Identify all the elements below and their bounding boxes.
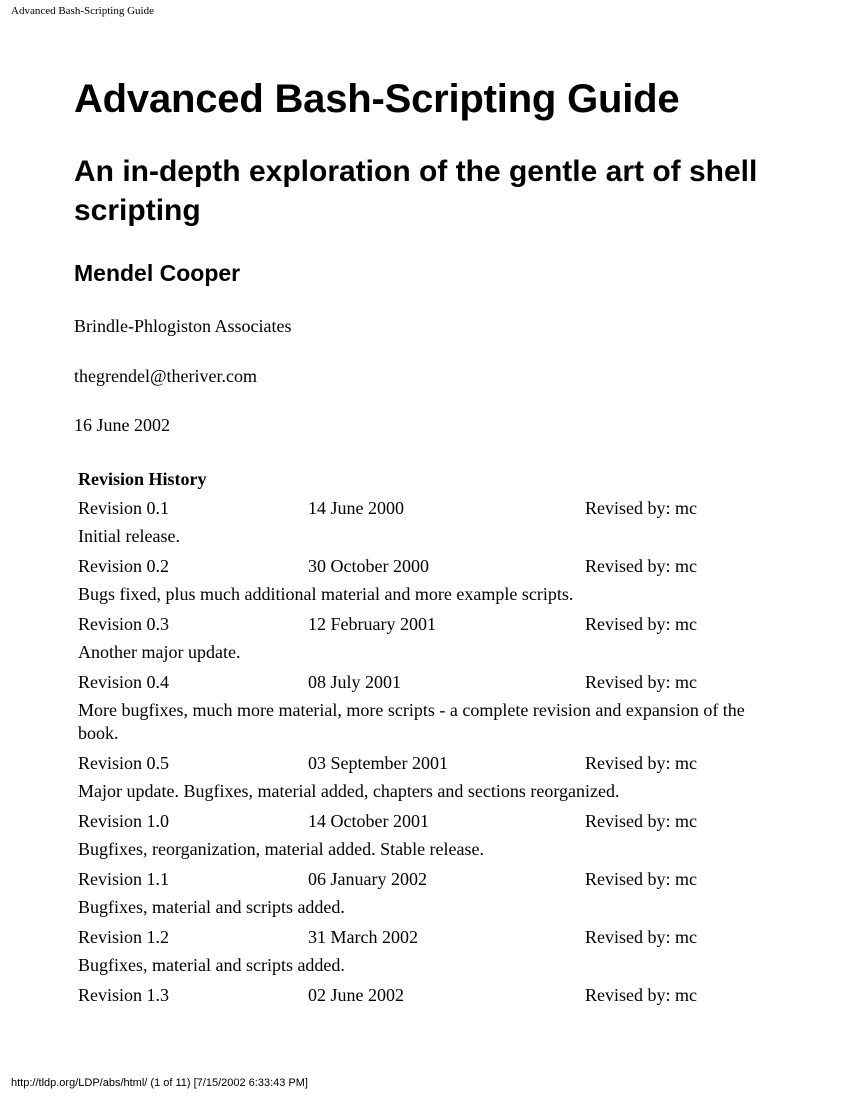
- revision-note: More bugfixes, much more material, more …: [78, 700, 745, 743]
- revision-note: Bugfixes, material and scripts added.: [78, 897, 345, 917]
- revision-row: Revision 0.1 14 June 2000 Revised by: mc: [78, 496, 778, 525]
- revision-author: Revised by: mc: [585, 985, 697, 1005]
- revision-history-body: Revision 0.1 14 June 2000 Revised by: mc In…: [78, 496, 778, 1012]
- revision-date: 02 June 2002: [308, 985, 404, 1005]
- revision-author: Revised by: mc: [585, 927, 697, 947]
- revision-author: Revised by: mc: [585, 614, 697, 634]
- revision-number: Revision 0.3: [78, 614, 170, 634]
- revision-date: 30 October 2000: [308, 556, 429, 576]
- author-email: thegrendel@theriver.com: [74, 366, 258, 386]
- revision-note: Initial release.: [78, 526, 180, 546]
- revision-number: Revision 0.1: [78, 498, 170, 518]
- revision-note: Major update. Bugfixes, material added, …: [78, 781, 620, 801]
- revision-number: Revision 1.1: [78, 869, 170, 889]
- revision-row: Revision 0.5 03 September 2001 Revised by:…: [78, 751, 778, 780]
- revision-date: 14 October 2001: [308, 811, 429, 831]
- revision-date: 08 July 2001: [308, 672, 402, 692]
- revision-date: 03 September 2001: [308, 753, 448, 773]
- revision-number: Revision 0.5: [78, 753, 170, 773]
- running-footer: http://tldp.org/LDP/abs/html/ (1 of 11) …: [11, 1077, 308, 1089]
- revision-row: Revision 0.3 12 February 2001 Revised by: …: [78, 612, 778, 641]
- revision-author: Revised by: mc: [585, 498, 697, 518]
- revision-note: Bugfixes, reorganization, material added…: [78, 839, 485, 859]
- revision-number: Revision 1.3: [78, 985, 170, 1005]
- revision-author: Revised by: mc: [585, 869, 697, 889]
- author-affiliation: Brindle-Phlogiston Associates: [74, 316, 292, 336]
- revision-author: Revised by: mc: [585, 753, 697, 773]
- revision-note: Bugs fixed, plus much additional materia…: [78, 584, 574, 604]
- revision-author: Revised by: mc: [585, 672, 697, 692]
- author-name: Mendel Cooper: [74, 260, 241, 286]
- document-title: Advanced Bash-Scripting Guide: [74, 77, 680, 121]
- revision-note: Another major update.: [78, 642, 241, 662]
- revision-number: Revision 1.0: [78, 811, 170, 831]
- document-subtitle: An in-depth exploration of the gentle ar…: [74, 155, 758, 227]
- revision-number: Revision 0.2: [78, 556, 170, 576]
- revision-author: Revised by: mc: [585, 556, 697, 576]
- revision-date: 31 March 2002: [308, 927, 418, 947]
- revision-history-table: Revision History Revision 0.1 14 June 200…: [78, 467, 778, 1012]
- revision-row: Revision 0.4 08 July 2001 Revised by: mc: [78, 670, 778, 699]
- revision-row: Revision 1.1 06 January 2002 Revised by: m…: [78, 867, 778, 896]
- revision-note: Bugfixes, material and scripts added.: [78, 955, 345, 975]
- revision-row: Revision 1.0 14 October 2001 Revised by: m…: [78, 809, 778, 838]
- revision-author: Revised by: mc: [585, 811, 697, 831]
- revision-row: Revision 0.2 30 October 2000 Revised by: m…: [78, 554, 778, 583]
- revision-number: Revision 1.2: [78, 927, 170, 947]
- publication-date: 16 June 2002: [74, 415, 170, 435]
- revision-date: 12 February 2001: [308, 614, 436, 634]
- revision-row: Revision 1.3 02 June 2002 Revised by: mc: [78, 983, 778, 1012]
- revision-date: 06 January 2002: [308, 869, 427, 889]
- running-header: Advanced Bash-Scripting Guide: [11, 5, 154, 17]
- revision-row: Revision 1.2 31 March 2002 Revised by: mc: [78, 925, 778, 954]
- revision-history-heading: Revision History: [78, 469, 207, 489]
- revision-number: Revision 0.4: [78, 672, 170, 692]
- revision-date: 14 June 2000: [308, 498, 404, 518]
